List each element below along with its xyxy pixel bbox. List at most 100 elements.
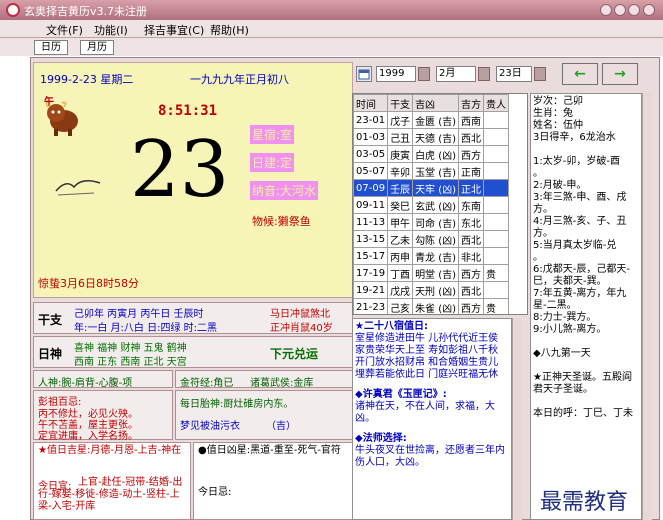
solar-date: 1999-2-23 星期二 — [40, 73, 134, 86]
menu-function[interactable]: 功能(I) — [94, 22, 128, 38]
day-dropdown-button[interactable] — [534, 67, 546, 81]
hour-cell: 贵 — [483, 264, 510, 282]
hour-cell — [483, 196, 510, 214]
zhuwu: 诸葛武侯:金库 — [250, 378, 314, 389]
month-dropdown-button[interactable] — [478, 67, 490, 81]
hour-cell: 05-07 — [353, 162, 389, 180]
ganzhi-line1: 己卯年 丙寅月 丙午日 壬辰时 — [74, 309, 204, 320]
hour-row[interactable]: 19-21 戊戌 天刑 (凶) 西北 — [353, 281, 510, 299]
hour-cell: 天刑 (凶) — [412, 281, 460, 299]
star-lodge: 星宿:室 — [250, 125, 295, 144]
hour-cell: 庚寅 — [387, 145, 414, 163]
hour-cell: 15-17 — [353, 247, 389, 265]
close-window-button[interactable] — [643, 4, 655, 16]
right-info-line — [533, 144, 639, 156]
fashi-body: 牛头夜叉在世捡离，还愿者三年内伤人口，大凶。 — [355, 445, 505, 468]
jishen-list: 月德-月恩-上吉-神在 — [90, 445, 182, 456]
renshen-box: 人神:腕-肩背-心腹-项 — [33, 370, 173, 389]
tab-bar: 日历 月历 — [0, 38, 663, 56]
hour-cell: 23-01 — [353, 111, 389, 129]
taishen: 每日胎神:厨灶碓房内东。 — [180, 399, 294, 410]
zodiac-char: 午 — [44, 97, 54, 108]
col-direction: 吉方 — [458, 94, 485, 112]
hour-cell: 西北 — [458, 281, 485, 299]
hour-row[interactable]: 01-03 己丑 天德 (吉) 西北 — [353, 128, 510, 146]
right-info-line: ★正神天圣诞。五殿阎君天子圣诞。 — [533, 372, 632, 395]
tab-month[interactable]: 月历 — [80, 40, 114, 55]
hour-row[interactable]: 15-17 丙申 青龙 (吉) 非北 — [353, 247, 510, 265]
yuan-yun: 下元兑运 — [270, 347, 319, 361]
hour-cell: 金匮 (吉) — [412, 111, 460, 129]
hour-cell — [483, 128, 510, 146]
shen-box: 日神 喜神 福神 财神 五鬼 鹤神 西南 正东 西南 正北 天宫 下元兑运 — [33, 336, 353, 368]
hour-row[interactable]: 11-13 甲午 司命 (吉) 东北 — [353, 213, 510, 231]
chong-line2: 正冲肖鼠40岁 — [270, 323, 333, 334]
day-input[interactable]: 23日 — [496, 66, 532, 82]
help-window-button[interactable] — [600, 4, 612, 16]
window-title: 玄奥择吉黄历v3.7未注册 — [24, 5, 148, 18]
menu-file[interactable]: 文件(F) — [46, 22, 83, 38]
bottom-info-panel: ★二十八宿值日: 室星修造进田牛 儿孙代代近王侯 家贵荣华天上至 寿如彭祖八千秋… — [352, 318, 512, 520]
col-guiren: 贵人 — [483, 94, 510, 112]
hour-row[interactable]: 09-11 癸巳 玄武 (凶) 东南 — [353, 196, 510, 214]
hour-cell: 丁酉 — [387, 264, 414, 282]
hour-cell: 己亥 — [387, 298, 414, 314]
right-info-line: ◆八九第一天 — [533, 348, 591, 359]
jinfu: 金符经:角已 — [180, 378, 234, 389]
fashi-title: ◆法师选择: — [355, 433, 407, 444]
xiu-title: ★二十八宿值日: — [355, 321, 428, 332]
hour-table-header: 时间 干支 吉凶 吉方 贵人 — [353, 94, 510, 112]
year-input[interactable]: 1999 — [376, 66, 416, 82]
year-dropdown-button[interactable] — [418, 67, 430, 81]
bottom-scrollbar[interactable] — [512, 318, 522, 520]
hour-cell: 东南 — [458, 196, 485, 214]
hour-cell: 朱雀 (凶) — [412, 298, 460, 314]
hour-row[interactable]: 23-01 戊子 金匮 (吉) 西南 — [353, 111, 510, 129]
right-scrollbar[interactable] — [642, 93, 652, 520]
ji-title: 今日忌: — [198, 487, 232, 498]
calendar-icon[interactable] — [356, 66, 372, 82]
clock-time: 8:51:31 — [158, 103, 218, 119]
hour-row[interactable]: 21-23 己亥 朱雀 (凶) 西方贵 — [353, 298, 510, 314]
maximize-window-button[interactable] — [628, 4, 640, 16]
hour-row[interactable]: 13-15 乙未 勾陈 (凶) 西北 — [353, 230, 510, 248]
hour-cell — [483, 247, 510, 265]
right-info-line: 2:月破-申。 — [533, 180, 587, 191]
right-info-line: 5:当月真太岁临-兑 — [533, 240, 617, 251]
xiu-body: 室星修造进田牛 儿孙代代近王侯 家贵荣华天上至 寿如彭祖八千秋 开门放水招财帛 … — [355, 333, 499, 380]
menu-bar: 文件(F) 功能(I) 择吉事宜(C) 帮助(H) — [0, 20, 663, 38]
hour-cell: 天牢 (凶) — [412, 179, 460, 197]
hour-row[interactable]: 07-09 壬辰 天牢 (凶) 正北 — [353, 179, 510, 197]
hour-row[interactable]: 05-07 辛卯 玉堂 (吉) 正南 — [353, 162, 510, 180]
hour-cell: 03-05 — [353, 145, 389, 163]
shen-label: 日神 — [38, 347, 63, 361]
right-info-line — [533, 396, 639, 408]
minimize-window-button[interactable] — [614, 4, 626, 16]
xu-body: 诸神在天，不在人间，求福，大凶。 — [355, 401, 495, 424]
tab-day[interactable]: 日历 — [34, 40, 68, 55]
xiong-text: ●值日凶星:黑道-重至-死气-官符 — [198, 445, 350, 457]
col-time: 时间 — [353, 94, 389, 112]
hour-cell: 西方 — [458, 145, 485, 163]
jishen-title: ★值日吉星: — [38, 445, 91, 456]
next-day-button[interactable]: → — [602, 63, 638, 85]
day-panel: 1999-2-23 星期二 一九九九年正月初八 午 8:51:31 23 星宿:… — [33, 62, 353, 298]
dream-jx: （吉） — [266, 421, 296, 432]
hour-cell — [483, 230, 510, 248]
hour-cell: 13-15 — [353, 230, 389, 248]
taishen-box: 每日胎神:厨灶碓房内东。 梦见被油污衣 （吉） — [175, 390, 353, 440]
right-info-line: 9:小儿煞-离方。 — [533, 324, 607, 335]
menu-select[interactable]: 择吉事宜(C) — [144, 22, 204, 38]
jishen-text: ★值日吉星:月德-月恩-上吉-神在 — [38, 445, 188, 457]
hour-cell: 勾陈 (凶) — [412, 230, 460, 248]
prev-day-button[interactable]: ← — [562, 63, 598, 85]
hour-cell: 丙申 — [387, 247, 414, 265]
hour-row[interactable]: 03-05 庚寅 白虎 (凶) 西方 — [353, 145, 510, 163]
day-number: 23 — [130, 125, 230, 215]
hour-row[interactable]: 17-19 丁酉 明堂 (吉) 西方贵 — [353, 264, 510, 282]
month-input[interactable]: 2月 — [436, 66, 476, 82]
pengzu-line3: 定宜进庸，入学名扬。 — [38, 431, 138, 442]
jinfu-box: 金符经:角已 诸葛武侯:金库 — [175, 370, 353, 389]
menu-help[interactable]: 帮助(H) — [210, 22, 249, 38]
right-info-line: 本日的呼：丁巳、丁未 — [533, 408, 633, 419]
